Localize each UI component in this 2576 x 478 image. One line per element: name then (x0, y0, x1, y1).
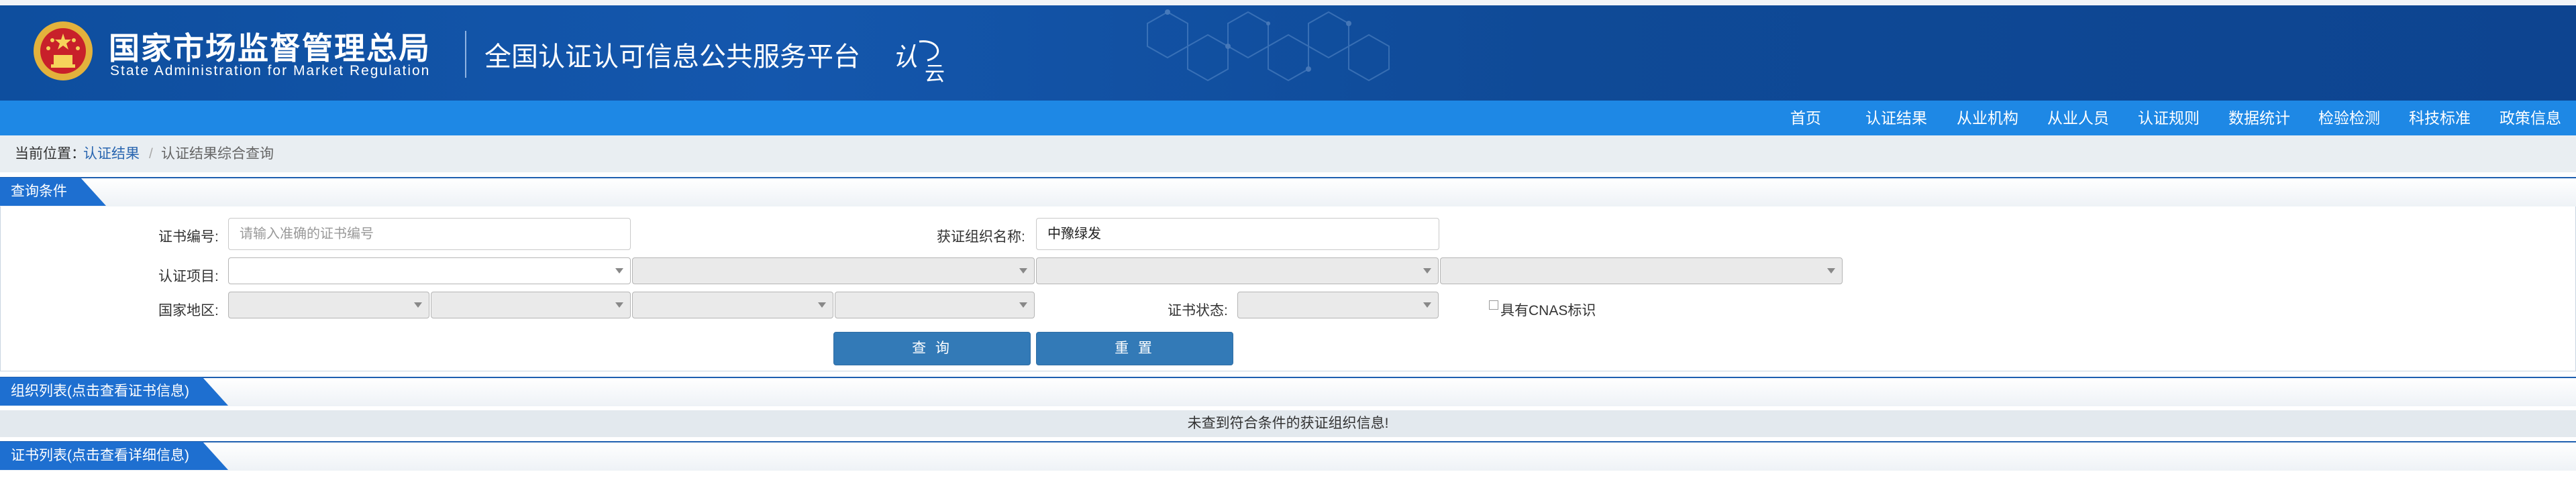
project-select-2[interactable] (632, 257, 1035, 284)
chevron-down-icon (414, 302, 422, 308)
header-divider (465, 31, 466, 78)
project-select-3[interactable] (1036, 257, 1439, 284)
breadcrumb-label: 当前位置： (15, 146, 85, 162)
org-list-tab-bar: 组织列表(点击查看证书信息) (0, 377, 2576, 406)
chevron-down-icon (818, 302, 826, 308)
search-button[interactable]: 查 询 (833, 332, 1031, 365)
main-navigation: 首页 认证结果 从业机构 从业人员 认证规则 数据统计 检验检测 科技标准 政策… (0, 101, 2576, 135)
top-strip (0, 0, 2576, 5)
project-select-4[interactable] (1440, 257, 1843, 284)
project-select-1[interactable] (228, 257, 631, 284)
project-label: 认证项目: (158, 269, 219, 284)
cnas-checkbox[interactable] (1489, 300, 1498, 310)
logo-text-1: 认 (892, 42, 918, 72)
chevron-down-icon (1423, 268, 1431, 274)
query-tab: 查询条件 (0, 178, 106, 206)
breadcrumb-link-cert-results[interactable]: 认证结果 (83, 135, 140, 172)
platform-title: 全国认证认可信息公共服务平台 (484, 42, 860, 72)
national-emblem-icon (34, 21, 93, 80)
chevron-down-icon (1019, 302, 1027, 308)
hexagon-pattern-decoration (1147, 9, 1390, 82)
status-label: 证书状态: (1168, 303, 1228, 318)
status-select[interactable] (1237, 292, 1439, 318)
nav-cert-results[interactable]: 认证结果 (1865, 101, 1927, 135)
org-name-input[interactable]: 中豫绿发 (1036, 218, 1439, 250)
org-name-label: 获证组织名称: (937, 229, 1025, 245)
cert-list-tab: 证书列表(点击查看详细信息) (0, 442, 228, 470)
renyun-logo-icon: 认 云 (892, 40, 945, 84)
org-name-chinese: 国家市场监督管理总局 (109, 31, 431, 66)
region-select-3[interactable] (632, 292, 833, 318)
nav-cert-rules[interactable]: 认证规则 (2138, 101, 2200, 135)
nav-institutions[interactable]: 从业机构 (1957, 101, 2018, 135)
cnas-label: 具有CNAS标识 (1500, 303, 1596, 318)
nav-standards[interactable]: 科技标准 (2409, 101, 2471, 135)
region-select-2[interactable] (431, 292, 631, 318)
logo-text-2: 云 (925, 62, 945, 84)
org-list-tab: 组织列表(点击查看证书信息) (0, 377, 228, 406)
nav-personnel[interactable]: 从业人员 (2047, 101, 2109, 135)
nav-inspection[interactable]: 检验检测 (2318, 101, 2380, 135)
cert-list-tab-bar: 证书列表(点击查看详细信息) (0, 441, 2576, 471)
breadcrumb-current: 认证结果综合查询 (161, 146, 274, 162)
chevron-down-icon (1019, 268, 1027, 274)
region-select-4[interactable] (835, 292, 1035, 318)
query-tab-bar: 查询条件 (0, 177, 2576, 206)
reset-button[interactable]: 重 置 (1036, 332, 1233, 365)
cert-no-input[interactable]: 请输入准确的证书编号 (228, 218, 631, 250)
header-banner: 国家市场监督管理总局 State Administration for Mark… (0, 5, 2576, 101)
region-label: 国家地区: (158, 303, 219, 318)
breadcrumb-separator: / (149, 146, 153, 162)
chevron-down-icon (615, 302, 623, 308)
nav-statistics[interactable]: 数据统计 (2228, 101, 2290, 135)
nav-policy[interactable]: 政策信息 (2500, 101, 2561, 135)
chevron-down-icon (1827, 268, 1835, 274)
nav-home[interactable]: 首页 (1790, 101, 1821, 135)
chevron-down-icon (1423, 302, 1431, 308)
org-name-english: State Administration for Market Regulati… (110, 63, 431, 78)
org-list-empty-message: 未查到符合条件的获证组织信息! (0, 410, 2576, 437)
cert-no-label: 证书编号: (158, 229, 219, 245)
region-select-1[interactable] (228, 292, 429, 318)
chevron-down-icon (615, 268, 623, 274)
breadcrumb: 当前位置： 认证结果 / 认证结果综合查询 (0, 135, 2576, 172)
